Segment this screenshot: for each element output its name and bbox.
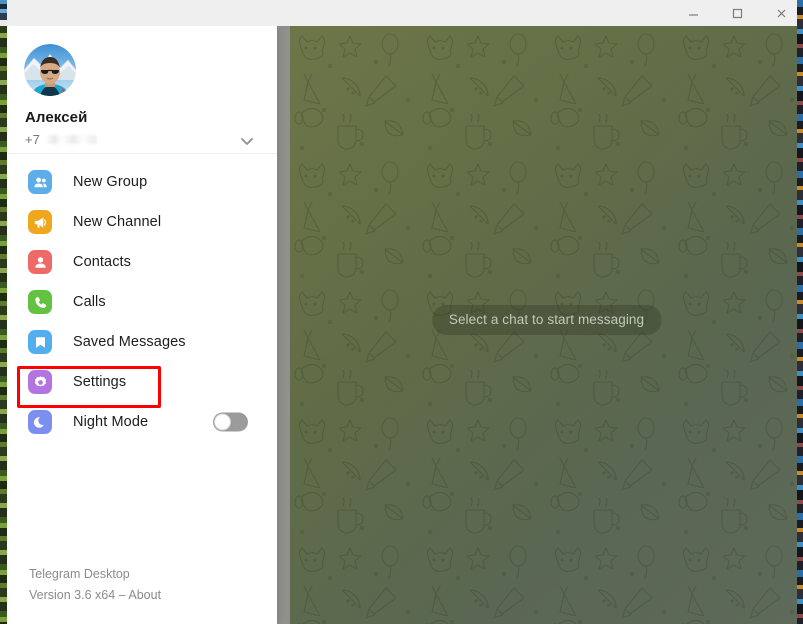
main-menu-list: New Group New Channel Contacts Calls Sav… <box>7 154 277 442</box>
profile-phone: +7 <box>25 132 97 147</box>
desktop-wallpaper-right-strip <box>797 0 803 624</box>
menu-item-calls[interactable]: Calls <box>7 282 277 322</box>
night-mode-toggle-knob <box>214 413 231 431</box>
contacts-icon <box>28 250 52 274</box>
app-name: Telegram Desktop <box>29 567 130 581</box>
chevron-down-icon[interactable] <box>236 130 258 152</box>
menu-item-night-mode[interactable]: Night Mode <box>7 402 277 442</box>
app-version-about-link[interactable]: Version 3.6 x64 – About <box>29 585 161 606</box>
settings-gear-icon <box>28 370 52 394</box>
menu-item-label: Settings <box>73 374 127 390</box>
calls-icon <box>28 290 52 314</box>
empty-chat-message: Select a chat to start messaging <box>431 305 662 335</box>
menu-item-label: Night Mode <box>73 414 149 430</box>
night-mode-icon <box>28 410 52 434</box>
chat-area: Select a chat to start messaging <box>290 26 803 624</box>
avatar[interactable] <box>24 44 76 96</box>
menu-item-saved-messages[interactable]: Saved Messages <box>7 322 277 362</box>
menu-item-settings[interactable]: Settings <box>7 362 277 402</box>
minimize-button[interactable] <box>671 0 715 26</box>
window-titlebar <box>7 0 803 26</box>
desktop-wallpaper-left-strip <box>0 0 7 624</box>
new-group-icon <box>28 170 52 194</box>
menu-item-label: Calls <box>73 294 106 310</box>
profile-name: Алексей <box>25 109 88 126</box>
menu-item-label: Saved Messages <box>73 334 186 350</box>
menu-item-contacts[interactable]: Contacts <box>7 242 277 282</box>
menu-item-label: Contacts <box>73 254 132 270</box>
maximize-icon <box>731 7 744 20</box>
close-icon <box>775 7 788 20</box>
maximize-button[interactable] <box>715 0 759 26</box>
window-body: Select a chat to start messaging Алексей… <box>0 26 803 624</box>
profile-phone-prefix: +7 <box>25 132 40 147</box>
menu-item-new-group[interactable]: New Group <box>7 162 277 202</box>
desktop-wallpaper-left-top <box>0 0 7 26</box>
minimize-icon <box>687 7 700 20</box>
menu-item-label: New Channel <box>73 214 162 230</box>
saved-messages-icon <box>28 330 52 354</box>
new-channel-icon <box>28 210 52 234</box>
menu-item-label: New Group <box>73 174 148 190</box>
drawer-dim-overlay[interactable] <box>277 26 290 624</box>
app-version-footer: Telegram Desktop Version 3.6 x64 – About <box>29 564 161 606</box>
profile-header[interactable]: Алексей +7 <box>7 26 277 154</box>
menu-item-new-channel[interactable]: New Channel <box>7 202 277 242</box>
telegram-desktop-window: Select a chat to start messaging Алексей… <box>0 0 803 624</box>
profile-phone-redacted <box>44 135 97 144</box>
main-menu-drawer: Алексей +7 New Group New Channel Contact… <box>7 26 277 624</box>
night-mode-toggle[interactable] <box>213 412 248 432</box>
